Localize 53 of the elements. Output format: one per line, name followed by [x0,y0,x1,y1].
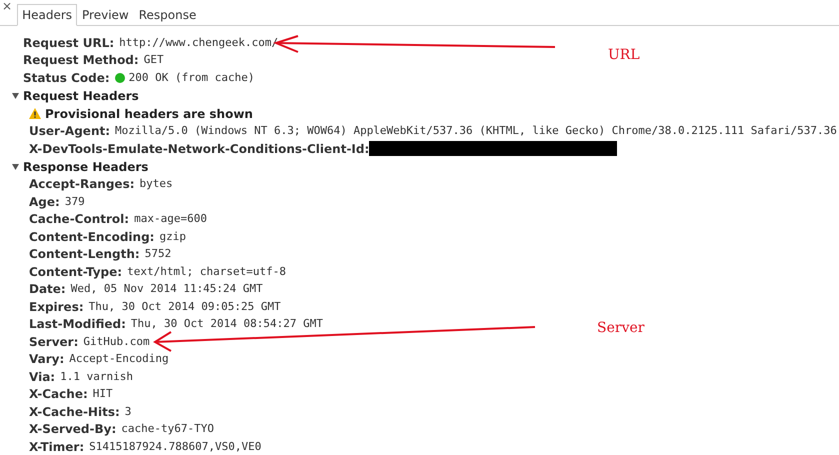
header-name: X-Timer: [29,438,84,455]
header-name: Content-Length: [29,246,140,264]
header-value: GET [144,52,164,68]
header-value: GitHub.com [83,334,150,350]
header-name: Vary: [29,351,64,368]
tab[interactable]: Headers [17,4,78,26]
header-name: Last-Modified: [29,316,126,334]
header-name: User-Agent: [29,123,110,140]
header-name: Via: [29,368,56,386]
header-name: Accept-Ranges: [29,176,135,194]
header-value: 379 [64,194,85,210]
header-name: Request URL: [23,34,114,52]
header-value: Thu, 30 Oct 2014 08:54:27 GMT [130,316,323,332]
header-value: S1415187924.788607,VS0,VE0 [89,438,262,454]
annotation-label: Server [597,319,644,338]
header-value: HIT [92,386,113,402]
header-name: X-Cache: [29,386,88,404]
header-name: Content-Encoding: [29,228,154,246]
header-value: text/html; charset=utf-8 [127,264,286,280]
disclosure-triangle-icon[interactable] [12,92,19,99]
header-value: Accept-Encoding [69,351,169,367]
warning-icon [29,108,41,119]
header-name: Server: [29,334,78,351]
warning-text: Provisional headers are shown [45,106,253,122]
tab[interactable]: Preview [77,4,134,26]
annotation-label: URL [608,46,640,65]
header-name: Content-Type: [29,264,122,281]
close-button[interactable]: × [1,0,14,12]
header-value: Wed, 05 Nov 2014 11:45:24 GMT [70,281,263,297]
header-value: http://www.chengeek.com/ [119,34,278,50]
header-name: X-Served-By: [29,421,116,438]
header-value: 1.1 varnish [60,368,133,384]
header-value: 5752 [144,246,172,262]
header-name: Request Method: [23,52,139,70]
header-name: Age: [29,194,60,211]
disclosure-triangle-icon[interactable] [12,163,19,170]
header-value: max-age=600 [134,211,207,227]
section-title[interactable]: Response Headers [23,158,148,176]
header-name: Cache-Control: [29,211,130,228]
header-name: Expires: [29,298,84,316]
header-value: gzip [159,228,186,244]
header-value: Thu, 30 Oct 2014 09:05:25 GMT [88,298,281,314]
tab[interactable]: Response [134,4,202,26]
section-title[interactable]: Request Headers [23,86,139,104]
header-name: X-Cache-Hits: [29,404,120,421]
header-name: Status Code: [23,70,110,87]
header-value: cache-ty67-TYO [121,421,214,437]
header-name: Date: [29,281,66,298]
header-value: 200 OK (from cache) [128,70,254,86]
header-value: bytes [140,176,173,192]
header-value: Mozilla/5.0 (Windows NT 6.3; WOW64) AppleWebKit/537.36 (KHTML, like Gecko) Chrome/38.0.2125.111 Safari/537.36 [115,123,837,139]
header-name: X-DevTools-Emulate-Network-Conditions-Client-Id: [29,140,370,158]
header-value: 3 [124,404,132,420]
